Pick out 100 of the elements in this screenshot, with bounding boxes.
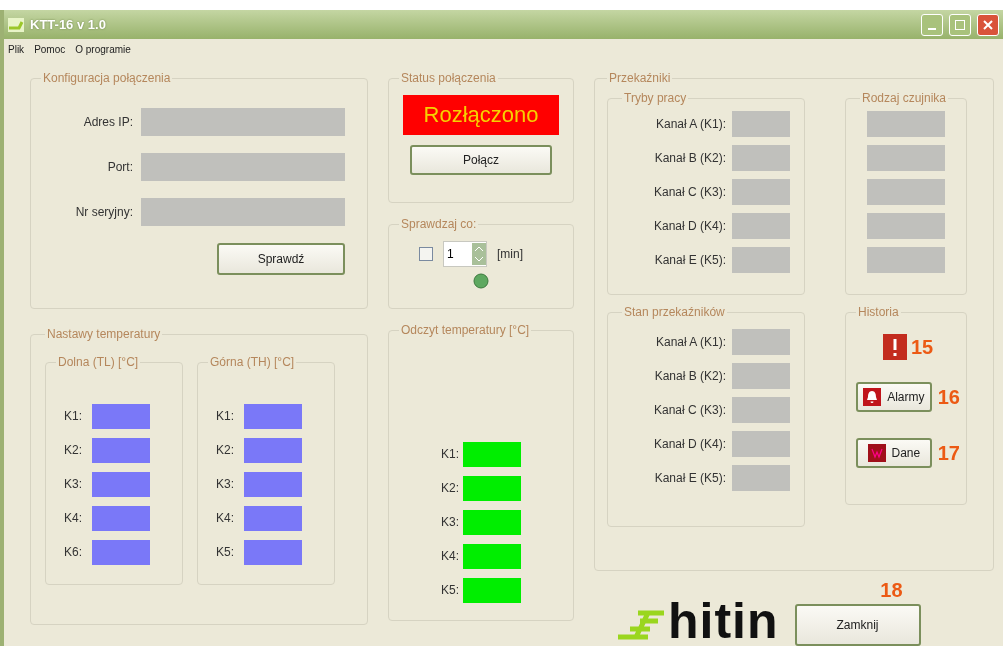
checkbox[interactable] xyxy=(419,247,433,261)
setpoint-field[interactable] xyxy=(92,403,150,429)
window-title: KTT-16 v 1.0 xyxy=(30,17,106,33)
setpoint-field[interactable] xyxy=(92,505,150,531)
connection-status: Rozłączono xyxy=(403,95,559,135)
input-field[interactable] xyxy=(141,152,345,181)
channel-label: Kanał E (K5): xyxy=(654,471,726,485)
input-field[interactable] xyxy=(141,197,345,226)
minimize-button[interactable] xyxy=(921,13,943,36)
relay-state-field xyxy=(732,329,790,355)
interval-spinner[interactable]: 1 xyxy=(443,241,487,267)
channel-label: K1: xyxy=(216,409,234,423)
group-title: Konfiguracja połączenia xyxy=(42,71,172,85)
maximize-icon xyxy=(955,19,965,30)
channel-label: K5: xyxy=(216,545,234,559)
close-icon xyxy=(983,19,993,30)
app-icon xyxy=(8,17,24,32)
setpoint-field[interactable] xyxy=(92,539,150,565)
setpoint-field[interactable] xyxy=(92,437,150,463)
minimize-icon xyxy=(928,27,936,30)
group-title: Historia xyxy=(857,305,900,319)
relay-state-field xyxy=(732,397,790,423)
alert-icon xyxy=(882,334,907,360)
group-title: Odczyt temperatury [°C] xyxy=(400,323,531,337)
relay-state-field xyxy=(732,363,790,389)
check-button[interactable]: Sprawdź xyxy=(217,243,345,275)
setpoint-field[interactable] xyxy=(244,403,302,429)
mode-field[interactable] xyxy=(732,179,790,205)
status-led-icon xyxy=(473,273,489,289)
channel-label: K4: xyxy=(441,549,459,563)
channel-label: K5: xyxy=(441,583,459,597)
mode-field[interactable] xyxy=(732,247,790,273)
channel-label: Kanał D (K4): xyxy=(653,437,726,451)
annotation-number: 18 xyxy=(880,579,903,602)
channel-label: Kanał E (K5): xyxy=(654,253,726,267)
channel-label: K6: xyxy=(64,545,82,559)
field-label: Adres IP: xyxy=(83,114,133,129)
setpoint-field[interactable] xyxy=(92,471,150,497)
logo-text: hitin xyxy=(668,596,779,646)
setpoint-field[interactable] xyxy=(244,437,302,463)
channel-label: K2: xyxy=(441,481,459,495)
spin-arrows-icon[interactable] xyxy=(472,243,486,265)
group-title: Przekaźniki xyxy=(608,71,672,85)
unit-label: [min] xyxy=(497,247,523,261)
channel-label: K2: xyxy=(216,443,234,457)
group-title: Stan przekaźników xyxy=(623,305,726,319)
group-title: Górna (TH) [°C] xyxy=(209,355,296,369)
channel-label: K3: xyxy=(64,477,82,491)
channel-label: K3: xyxy=(441,515,459,529)
close-button[interactable] xyxy=(977,13,999,36)
history-button[interactable]: Dane xyxy=(856,438,932,468)
channel-label: K4: xyxy=(64,511,82,525)
channel-label: K1: xyxy=(64,409,82,423)
channel-label: K2: xyxy=(64,443,82,457)
sensor-field[interactable] xyxy=(867,213,945,239)
group-title: Dolna (TL) [°C] xyxy=(57,355,140,369)
menu-item[interactable]: O programie xyxy=(75,43,131,55)
group-title: Rodzaj czujnika xyxy=(861,91,948,105)
temperature-field xyxy=(463,475,521,501)
channel-label: Kanał B (K2): xyxy=(654,369,726,383)
channel-label: K4: xyxy=(216,511,234,525)
field-label: Port: xyxy=(107,159,133,174)
input-field[interactable] xyxy=(141,107,345,136)
sensor-field[interactable] xyxy=(867,145,945,171)
connect-button[interactable]: Połącz xyxy=(410,145,552,175)
channel-label: Kanał C (K3): xyxy=(653,403,726,417)
maximize-button[interactable] xyxy=(949,13,971,36)
field-label: Nr seryjny: xyxy=(75,204,133,219)
menu-item[interactable]: Pomoc xyxy=(34,43,66,55)
sensor-field[interactable] xyxy=(867,111,945,137)
channel-label: Kanał B (K2): xyxy=(654,151,726,165)
setpoint-field[interactable] xyxy=(244,505,302,531)
bell-icon xyxy=(863,388,882,406)
channel-label: Kanał C (K3): xyxy=(653,185,726,199)
group-title: Nastawy temperatury xyxy=(46,327,162,341)
temperature-field xyxy=(463,543,521,569)
channel-label: K3: xyxy=(216,477,234,491)
annotation-number: 15 xyxy=(910,335,934,359)
annotation-number: 17 xyxy=(937,441,960,465)
setpoint-field[interactable] xyxy=(244,471,302,497)
close-app-button[interactable]: Zamknij xyxy=(794,604,921,646)
annotation-number: 16 xyxy=(937,385,960,409)
temperature-field xyxy=(463,509,521,535)
temperature-field xyxy=(463,577,521,603)
setpoint-field[interactable] xyxy=(244,539,302,565)
group-title: Tryby pracy xyxy=(623,91,688,105)
mode-field[interactable] xyxy=(732,213,790,239)
sensor-field[interactable] xyxy=(867,179,945,205)
sensor-field[interactable] xyxy=(867,247,945,273)
mode-field[interactable] xyxy=(732,111,790,137)
temperature-field xyxy=(463,441,521,467)
channel-label: Kanał A (K1): xyxy=(655,117,726,131)
menu-item[interactable]: Plik xyxy=(8,43,25,55)
relay-state-field xyxy=(732,431,790,457)
group-title: Status połączenia xyxy=(400,71,497,85)
channel-label: Kanał A (K1): xyxy=(655,335,726,349)
history-button[interactable]: Alarmy xyxy=(856,382,932,412)
channel-label: Kanał D (K4): xyxy=(653,219,726,233)
group-title: Sprawdzaj co: xyxy=(400,217,478,231)
mode-field[interactable] xyxy=(732,145,790,171)
